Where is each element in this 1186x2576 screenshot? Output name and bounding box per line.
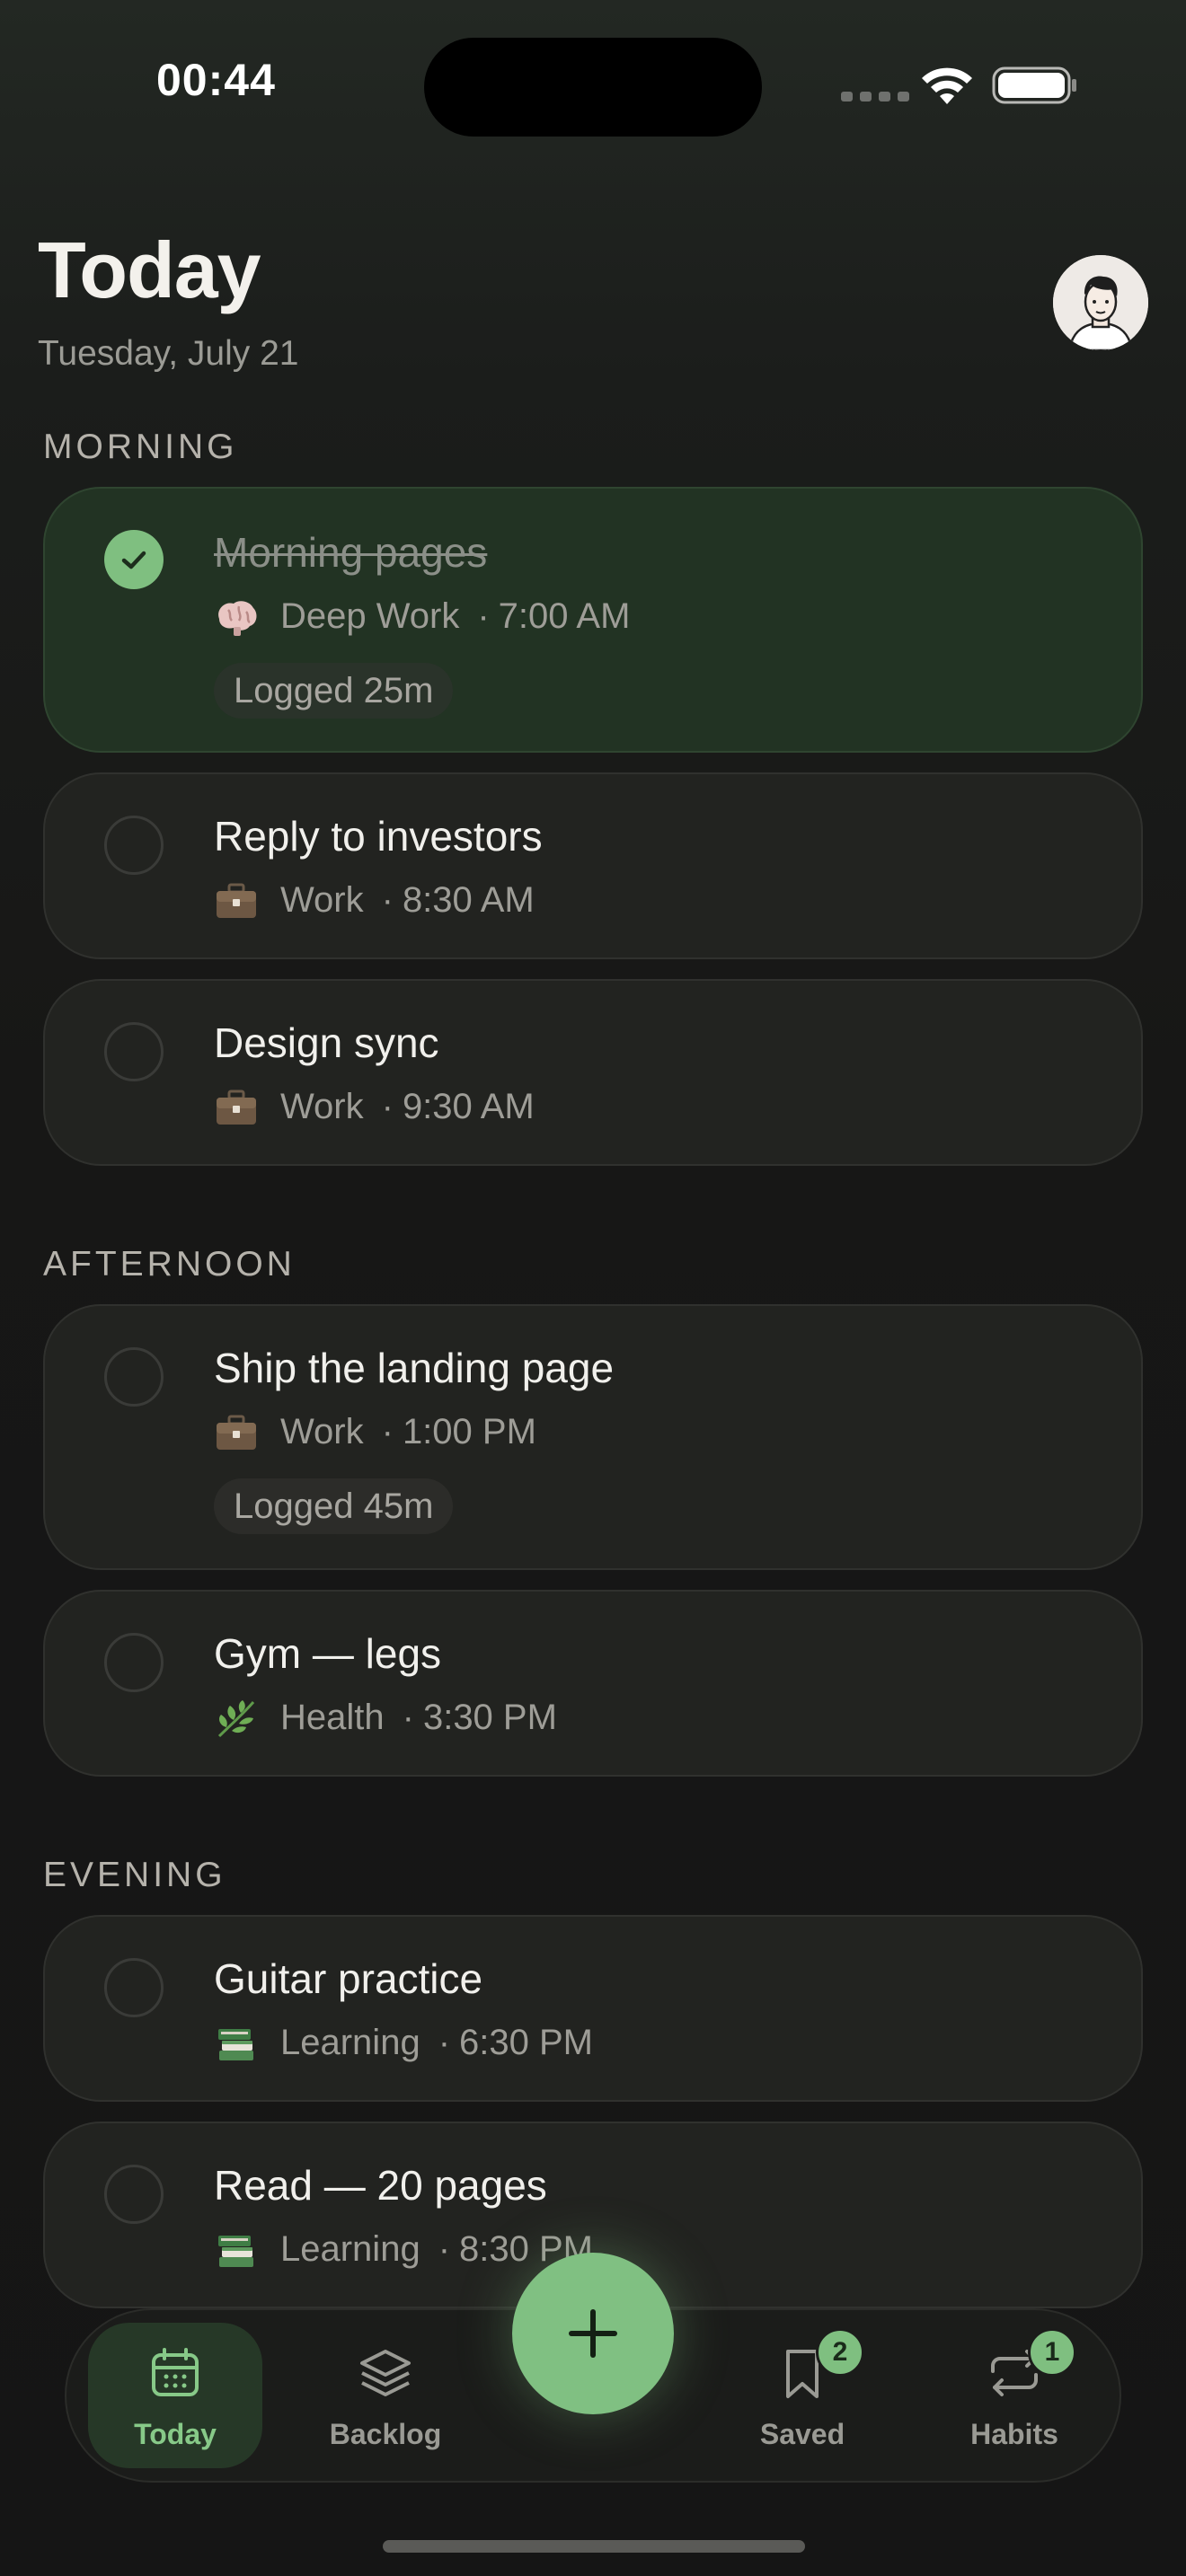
avatar-illustration (1053, 255, 1148, 350)
task-checkbox[interactable] (104, 1958, 164, 2017)
task-checkbox[interactable] (104, 1022, 164, 1081)
task-card[interactable]: Gym — legs Health · 3:30 PM (43, 1590, 1143, 1777)
books-icon (214, 2230, 259, 2270)
briefcase-icon (214, 1088, 259, 1127)
task-meta: Learning · 6:30 PM (214, 2023, 593, 2063)
books-icon (214, 2024, 259, 2063)
task-time: 3:30 PM (422, 1698, 557, 1737)
brain-icon (214, 597, 259, 637)
task-card[interactable]: Reply to investors Work · 8:30 AM (43, 772, 1143, 959)
task-card[interactable]: Guitar practice Learning · 6:30 PM (43, 1915, 1143, 2102)
home-indicator (383, 2540, 805, 2553)
task-category: Health (280, 1698, 385, 1737)
habits-count-badge: 1 (1028, 2328, 1076, 2377)
page-date: Tuesday, July 21 (38, 334, 299, 373)
saved-count-badge: 2 (816, 2328, 864, 2377)
task-meta: Health · 3:30 PM (214, 1698, 557, 1738)
task-time: 8:30 AM (402, 880, 535, 920)
checkmark-icon (121, 551, 146, 569)
meta-separator: · (402, 1698, 414, 1737)
meta-separator: · (381, 1087, 394, 1126)
task-card[interactable]: Ship the landing page Work · 1:00 PM Log… (43, 1304, 1143, 1570)
logged-time-pill: Logged 25m (214, 663, 454, 719)
task-title: Ship the landing page (214, 1345, 615, 1391)
calendar-icon (152, 2348, 199, 2396)
task-meta: Work · 1:00 PM (214, 1412, 536, 1452)
task-time: 6:30 PM (459, 2023, 593, 2062)
plus-icon (569, 2309, 617, 2358)
task-checkbox[interactable] (104, 1347, 164, 1407)
task-time: 1:00 PM (402, 1412, 536, 1451)
meta-separator: · (477, 596, 490, 636)
nav-tab-habits[interactable]: 1 Habits (927, 2323, 1102, 2468)
status-time: 00:44 (156, 55, 276, 105)
task-card[interactable]: Design sync Work · 9:30 AM (43, 979, 1143, 1166)
task-title: Morning pages (214, 529, 488, 576)
nav-label: Saved (759, 2418, 845, 2450)
task-title: Guitar practice (214, 1955, 483, 2002)
page-title: Today (38, 225, 261, 314)
logged-time-pill: Logged 45m (214, 1478, 454, 1534)
task-category: Work (280, 1412, 364, 1451)
nav-label: Backlog (329, 2418, 442, 2450)
dynamic-island (424, 38, 762, 137)
task-title: Design sync (214, 1019, 439, 1066)
nav-tab-today[interactable]: Today (88, 2323, 262, 2468)
cellular-signal-icon (841, 92, 909, 101)
task-checkbox[interactable] (104, 816, 164, 875)
task-time: 7:00 AM (498, 596, 631, 636)
meta-separator: · (438, 2023, 451, 2062)
task-meta: Work · 8:30 AM (214, 880, 535, 921)
herb-icon (214, 1698, 259, 1738)
battery-icon (992, 66, 1076, 104)
task-title: Reply to investors (214, 813, 543, 860)
task-checkbox[interactable] (104, 2165, 164, 2224)
add-task-button[interactable] (512, 2253, 674, 2414)
nav-label: Today (134, 2418, 217, 2450)
task-card[interactable]: Morning pages Deep Work · 7:00 AM Logged… (43, 487, 1143, 753)
task-category: Work (280, 1087, 364, 1126)
briefcase-icon (214, 881, 259, 921)
avatar[interactable] (1053, 255, 1148, 350)
task-checkbox[interactable] (104, 1633, 164, 1692)
task-meta: Learning · 8:30 PM (214, 2229, 593, 2270)
section-header-morning: MORNING (43, 428, 238, 466)
task-checkbox-checked[interactable] (104, 530, 164, 589)
meta-separator: · (438, 2229, 451, 2269)
meta-separator: · (381, 880, 394, 920)
task-meta: Deep Work · 7:00 AM (214, 596, 630, 637)
task-category: Work (280, 880, 364, 920)
layers-icon (360, 2350, 411, 2396)
task-time: 9:30 AM (402, 1087, 535, 1126)
meta-separator: · (381, 1412, 394, 1451)
nav-label: Habits (970, 2418, 1058, 2450)
briefcase-icon (214, 1413, 259, 1452)
task-title: Gym — legs (214, 1630, 442, 1677)
section-header-afternoon: AFTERNOON (43, 1245, 296, 1284)
task-category: Deep Work (280, 596, 460, 636)
nav-tab-backlog[interactable]: Backlog (298, 2323, 473, 2468)
wifi-icon (922, 67, 972, 104)
task-meta: Work · 9:30 AM (214, 1087, 535, 1127)
section-header-evening: EVENING (43, 1856, 226, 1894)
task-category: Learning (280, 2023, 420, 2062)
nav-tab-saved[interactable]: 2 Saved (715, 2323, 890, 2468)
task-category: Learning (280, 2229, 420, 2269)
task-title: Read — 20 pages (214, 2162, 547, 2209)
